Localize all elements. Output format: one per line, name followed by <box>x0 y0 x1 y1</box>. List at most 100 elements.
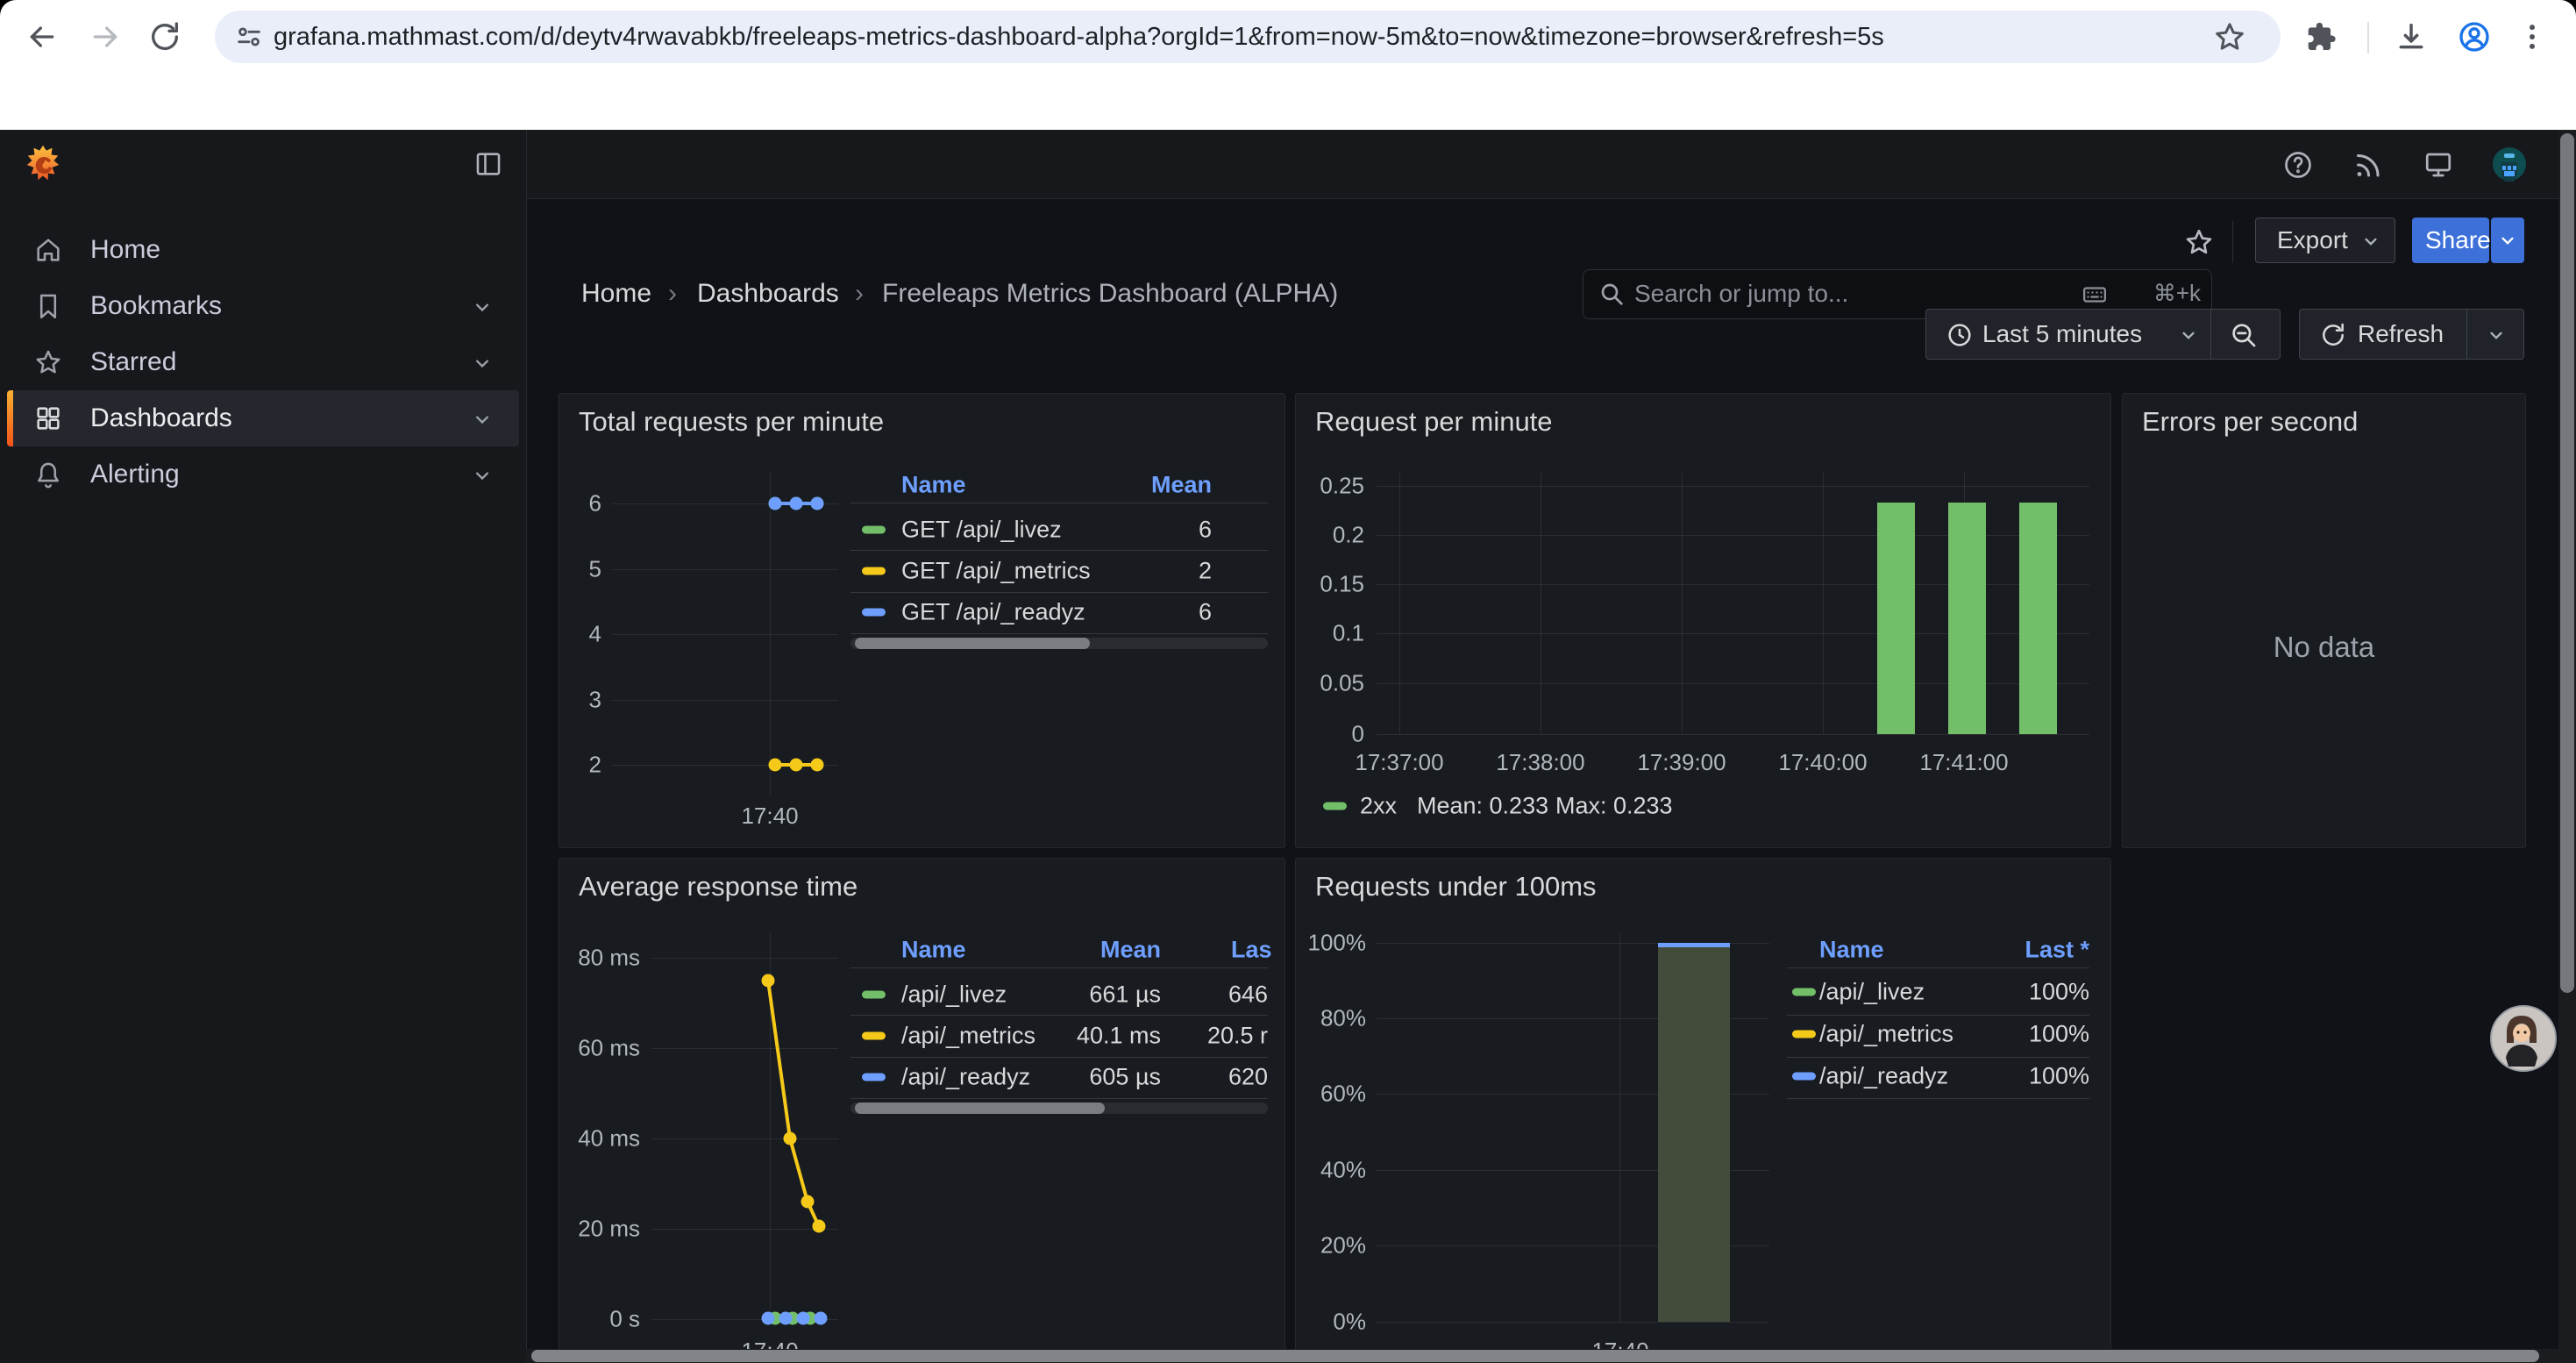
legend-column-header[interactable]: Las <box>1231 937 1272 964</box>
legend-series-name[interactable]: GET /api/_metrics <box>901 558 1091 585</box>
gridline-horizontal <box>651 1048 838 1049</box>
sidebar-item-bookmarks[interactable]: Bookmarks <box>7 278 519 334</box>
series-point <box>815 1312 828 1325</box>
legend-column-header[interactable]: Last * <box>2025 937 2089 964</box>
legend-column-header[interactable]: Mean <box>1151 472 1212 499</box>
gridline-vertical <box>770 471 771 796</box>
horizontal-scrollbar-thumb[interactable] <box>531 1350 2539 1362</box>
refresh-label[interactable]: Refresh <box>2358 310 2444 359</box>
legend-divider <box>1787 1057 2089 1058</box>
legend-scrollbar-thumb[interactable] <box>855 1103 1105 1114</box>
legend-series-name[interactable]: /api/_livez <box>1819 979 1925 1006</box>
legend-series-swatch[interactable] <box>1792 988 1816 996</box>
legend-value: 605 µs <box>1089 1064 1161 1091</box>
sidebar-item-home[interactable]: Home <box>7 222 519 278</box>
panel-title[interactable]: Average response time <box>579 871 857 903</box>
legend-series-name[interactable]: /api/_livez <box>901 981 1007 1009</box>
download-icon[interactable] <box>2394 19 2429 54</box>
dock-sidebar-icon[interactable] <box>473 149 503 179</box>
active-indicator <box>7 390 13 446</box>
no-data-message: No data <box>2123 631 2525 664</box>
favorite-star-icon[interactable] <box>2183 226 2215 258</box>
legend-value: 2 <box>1199 558 1212 585</box>
chevron-down-icon[interactable] <box>470 463 495 488</box>
gridline-horizontal <box>1377 486 2089 487</box>
bookmark-star-icon[interactable] <box>2212 19 2247 54</box>
panel-title[interactable]: Errors per second <box>2142 406 2358 438</box>
legend-series-swatch[interactable] <box>862 567 886 575</box>
sidebar-item-dashboards[interactable]: Dashboards <box>7 390 519 446</box>
profile-icon[interactable] <box>2457 19 2492 54</box>
share-menu-button[interactable] <box>2491 218 2524 263</box>
x-axis-tick: 17:37:00 <box>1355 749 1443 776</box>
chevron-down-icon[interactable] <box>470 351 495 375</box>
floating-assistant-avatar[interactable] <box>2490 1005 2557 1072</box>
legend-series-name[interactable]: /api/_readyz <box>901 1064 1030 1091</box>
back-icon[interactable] <box>25 19 60 54</box>
legend-series-name[interactable]: GET /api/_livez <box>901 517 1062 544</box>
breadcrumb-home[interactable]: Home <box>581 260 651 328</box>
legend-mean: Mean: 0.233 <box>1417 793 1548 820</box>
legend-series-swatch[interactable] <box>1792 1073 1816 1081</box>
legend-scrollbar-thumb[interactable] <box>855 638 1090 649</box>
refresh-interval-dropdown[interactable] <box>2485 324 2508 346</box>
time-range-label[interactable]: Last 5 minutes <box>1982 310 2142 359</box>
menu-kebab-icon[interactable] <box>2515 19 2550 54</box>
legend-series-name[interactable]: /api/_metrics <box>1819 1021 1953 1048</box>
y-axis-tick: 6 <box>559 490 601 517</box>
legend-value: 20.5 r <box>1207 1023 1268 1050</box>
kiosk-monitor-icon[interactable] <box>2423 149 2454 181</box>
chevron-down-icon[interactable] <box>470 407 495 432</box>
chart-area: 100%80%60%40%20%0%17:40NameLast */api/_l… <box>1296 859 2110 1363</box>
legend-series-name[interactable]: /api/_readyz <box>1819 1063 1948 1090</box>
series-point <box>811 759 824 772</box>
vertical-scrollbar-thumb[interactable] <box>2560 133 2574 993</box>
sidebar-item-alerting[interactable]: Alerting <box>7 446 519 503</box>
gridline-vertical <box>1619 933 1620 1322</box>
legend-series-swatch[interactable] <box>1792 1031 1816 1038</box>
grafana-header: Grafana Home › Dashboards › Freeleaps Me… <box>0 130 2576 199</box>
legend-value: 620 <box>1228 1064 1268 1091</box>
extensions-icon[interactable] <box>2304 20 2338 54</box>
legend-column-header[interactable]: Name <box>901 937 966 964</box>
panel-title[interactable]: Requests under 100ms <box>1315 871 1597 903</box>
sidebar-item-starred[interactable]: Starred <box>7 334 519 390</box>
legend-series-swatch[interactable] <box>862 1074 886 1081</box>
gridline-horizontal <box>651 1229 838 1230</box>
legend-series-swatch[interactable] <box>862 609 886 617</box>
share-button[interactable]: Share <box>2412 218 2489 263</box>
rss-icon[interactable] <box>2352 149 2383 181</box>
legend-series-swatch[interactable] <box>862 526 886 534</box>
legend-value: 100% <box>2029 1063 2089 1090</box>
legend-series-swatch[interactable] <box>1323 803 1347 810</box>
export-button[interactable]: Export <box>2255 218 2395 263</box>
legend-value: 646 <box>1228 981 1268 1009</box>
browser-toolbar: grafana.mathmast.com/d/deytv4rwavabkb/fr… <box>0 0 2576 74</box>
help-icon[interactable] <box>2282 149 2314 181</box>
breadcrumb-dashboards[interactable]: Dashboards <box>697 260 839 328</box>
grafana-logo[interactable] <box>23 144 63 184</box>
forward-icon[interactable] <box>88 19 123 54</box>
series-point <box>779 1312 793 1325</box>
panel-title[interactable]: Total requests per minute <box>579 406 884 438</box>
chevron-down-icon[interactable] <box>470 295 495 319</box>
legend-column-header[interactable]: Name <box>901 472 966 499</box>
reload-icon[interactable] <box>147 19 182 54</box>
legend-series-swatch[interactable] <box>862 1032 886 1040</box>
panel-title[interactable]: Request per minute <box>1315 406 1553 438</box>
chevron-down-icon <box>2496 229 2519 252</box>
panel-total-requests-per-minute: Total requests per minute 6543217:40Name… <box>559 393 1285 848</box>
legend-series-name[interactable]: 2xx <box>1360 793 1397 820</box>
breadcrumb-separator: › <box>855 260 864 328</box>
url-text[interactable]: grafana.mathmast.com/d/deytv4rwavabkb/fr… <box>274 0 1884 74</box>
user-avatar[interactable] <box>2492 146 2527 182</box>
legend-series-swatch[interactable] <box>862 991 886 999</box>
legend-column-header[interactable]: Name <box>1819 937 1884 964</box>
zoom-out-icon[interactable] <box>2229 320 2259 350</box>
legend-column-header[interactable]: Mean <box>1100 937 1161 964</box>
site-settings-icon[interactable] <box>234 22 264 52</box>
x-axis-tick: 17:40:00 <box>1778 749 1867 776</box>
legend-series-name[interactable]: /api/_metrics <box>901 1023 1035 1050</box>
legend-series-name[interactable]: GET /api/_readyz <box>901 599 1085 626</box>
series-point <box>790 759 803 772</box>
